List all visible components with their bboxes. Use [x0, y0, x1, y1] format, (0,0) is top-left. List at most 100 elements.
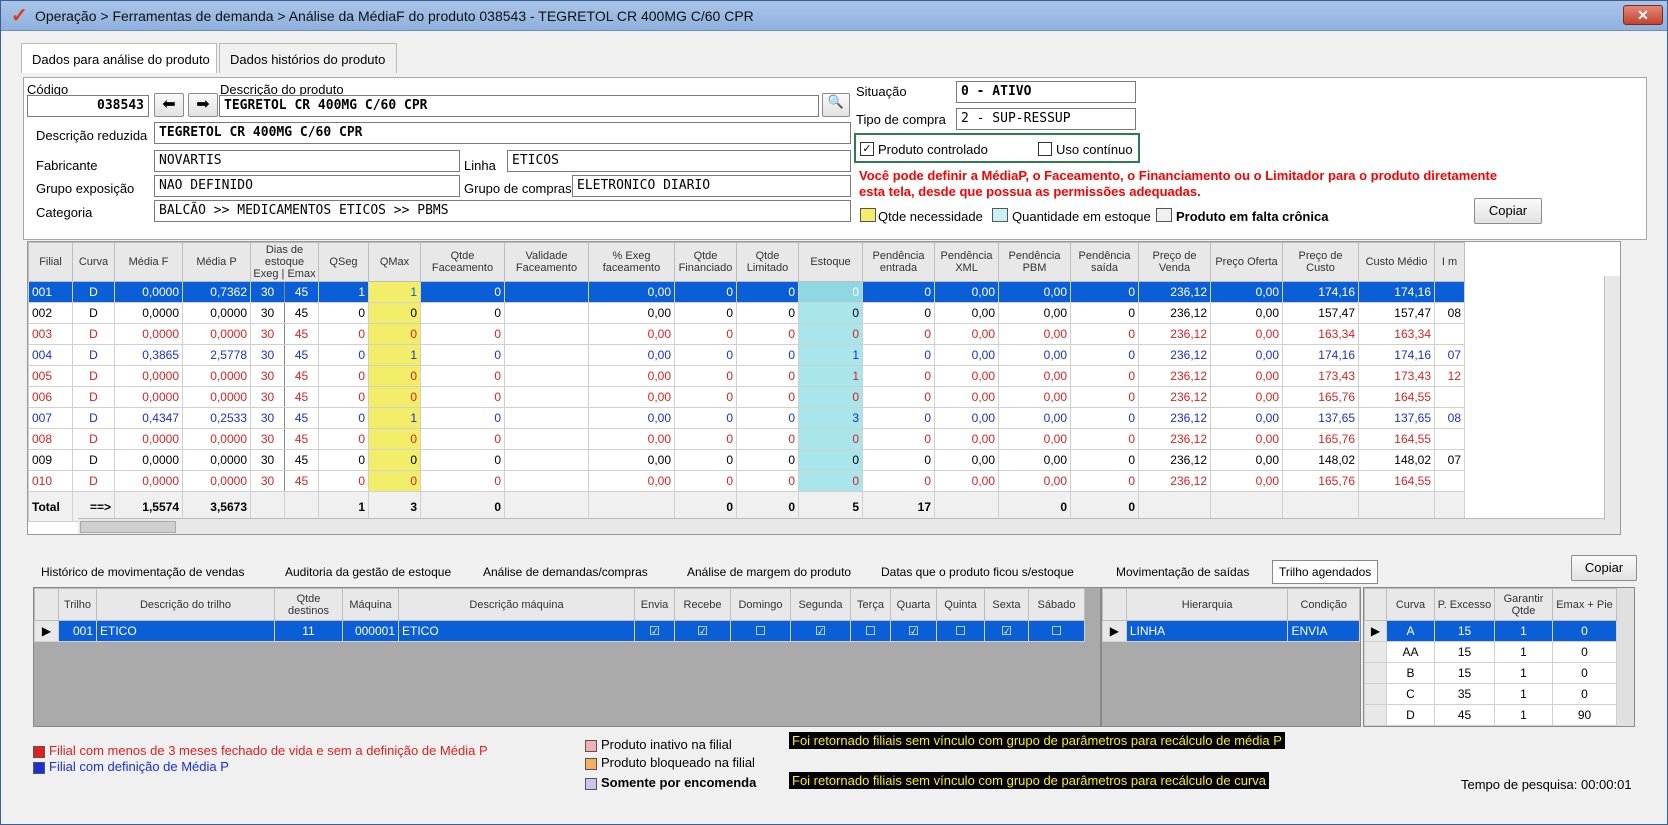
grupo-compras-field[interactable]: ELETRONICO DIARIO — [572, 175, 851, 197]
cell-mp[interactable]: 0,0000 — [182, 302, 251, 324]
cell-qface[interactable]: 0 — [420, 365, 505, 387]
cell-qlim[interactable]: 0 — [736, 344, 799, 366]
col-sabado[interactable]: Sábado — [1028, 588, 1085, 621]
col-curva[interactable]: Curva — [72, 242, 115, 282]
cell-curva-g[interactable]: 1 — [1494, 662, 1553, 684]
cell-qlim[interactable]: 0 — [736, 407, 799, 429]
cell-qfin[interactable]: 0 — [674, 302, 737, 324]
col-preco-oferta[interactable]: Preço Oferta — [1210, 242, 1283, 282]
cell-qface[interactable]: 0 — [420, 323, 505, 345]
cell-curva-p[interactable]: 15 — [1434, 662, 1495, 684]
cell-qfin[interactable]: 0 — [674, 407, 737, 429]
col-domingo[interactable]: Domingo — [730, 588, 791, 621]
cell-mp[interactable]: 0,0000 — [182, 449, 251, 471]
col-qmax[interactable]: QMax — [368, 242, 421, 282]
cell-qface[interactable]: 0 — [420, 470, 505, 492]
tab-historico-vendas[interactable]: Histórico de movimentação de vendas — [41, 565, 244, 579]
produto-controlado-checkbox[interactable]: ✓ — [860, 142, 874, 156]
col-qtde-destinos[interactable]: Qtde destinos — [274, 588, 343, 621]
cell-mp[interactable]: 0,7362 — [182, 281, 251, 303]
tab-dados-historicos[interactable]: Dados histórios do produto — [219, 43, 397, 73]
col-dias-estoque[interactable]: Dias de estoque Exeg | Emax — [250, 242, 319, 282]
tab-dados-analise[interactable]: Dados para análise do produto — [21, 43, 217, 73]
col-exeg-faceamento[interactable]: % Exeg faceamento — [588, 242, 675, 282]
quarta-checkbox[interactable]: ☑ — [890, 620, 937, 642]
col-desc-trilho[interactable]: Descrição do trilho — [96, 588, 275, 621]
grid-row[interactable]: 005 D 0,0000 0,0000 30 45 0 0 0 0,00 0 0 1 0 0,00 0,00 0… — [28, 365, 1465, 387]
curva-row[interactable]: D 45 1 90 — [1364, 704, 1617, 726]
cell-curva-g[interactable]: 1 — [1494, 620, 1553, 642]
next-product-button[interactable]: ➡ — [188, 93, 218, 117]
cell-qfin[interactable]: 0 — [674, 344, 737, 366]
grid-row[interactable]: 003 D 0,0000 0,0000 30 45 0 0 0 0,00 0 0 0 0 0,00 0,00 0… — [28, 323, 1465, 345]
descricao-field[interactable]: TEGRETOL CR 400MG C/60 CPR — [219, 95, 819, 117]
prev-product-button[interactable]: ⬅ — [154, 93, 184, 117]
col-estoque[interactable]: Estoque — [798, 242, 863, 282]
cell-qface[interactable]: 0 — [420, 407, 505, 429]
tab-movimentacao-saidas[interactable]: Movimentação de saídas — [1116, 565, 1249, 579]
close-button[interactable]: ✕ — [1623, 5, 1663, 25]
cell-qlim[interactable]: 0 — [736, 386, 799, 408]
cell-qface[interactable]: 0 — [420, 344, 505, 366]
col-preco-custo[interactable]: Preço de Custo — [1282, 242, 1359, 282]
col-desc-maquina[interactable]: Descrição máquina — [398, 588, 635, 621]
col-segunda[interactable]: Segunda — [790, 588, 851, 621]
cell-curva-p[interactable]: 15 — [1434, 641, 1495, 663]
cell-curva-e[interactable]: 90 — [1552, 704, 1617, 726]
col-qtde-financiado[interactable]: Qtde Financiado — [674, 242, 737, 282]
col-terca[interactable]: Terça — [850, 588, 891, 621]
col-pend-xml[interactable]: Pendência XML — [934, 242, 999, 282]
col-quarta[interactable]: Quarta — [890, 588, 937, 621]
col-custo-medio[interactable]: Custo Médio — [1358, 242, 1435, 282]
col-im[interactable]: I m — [1434, 242, 1465, 282]
grid-row[interactable]: 009 D 0,0000 0,0000 30 45 0 0 0 0,00 0 0 0 0 0,00 0,00 0… — [28, 449, 1465, 471]
cell-curva-e[interactable]: 0 — [1552, 620, 1617, 642]
cell-qfin[interactable]: 0 — [674, 323, 737, 345]
cell-mp[interactable]: 0,0000 — [182, 386, 251, 408]
grupo-exposicao-field[interactable]: NAO DEFINIDO — [154, 175, 460, 197]
col-envia[interactable]: Envia — [634, 588, 675, 621]
quinta-checkbox[interactable]: ☐ — [936, 620, 985, 642]
cell-qfin[interactable]: 0 — [674, 470, 737, 492]
cell-qface[interactable]: 0 — [420, 449, 505, 471]
bottom-copiar-button[interactable]: Copiar — [1571, 555, 1637, 581]
cell-mp[interactable]: 0,0000 — [182, 323, 251, 345]
col-media-f[interactable]: Média F — [114, 242, 183, 282]
sabado-checkbox[interactable]: ☐ — [1028, 620, 1085, 642]
col-garantir-qtde[interactable]: Garantir Qtde — [1494, 588, 1553, 621]
col-maquina[interactable]: Máquina — [342, 588, 399, 621]
copiar-button[interactable]: Copiar — [1474, 198, 1542, 224]
grid-row[interactable]: 004 D 0,3865 2,5778 30 45 0 1 0 0,00 0 0 1 0 0,00 0,00 0… — [28, 344, 1465, 366]
cell-qfin[interactable]: 0 — [674, 428, 737, 450]
col-quinta[interactable]: Quinta — [936, 588, 985, 621]
segunda-checkbox[interactable]: ☑ — [790, 620, 851, 642]
cell-qface[interactable]: 0 — [420, 281, 505, 303]
col-qtde-faceamento[interactable]: Qtde Faceamento — [420, 242, 505, 282]
tab-auditoria-estoque[interactable]: Auditoria da gestão de estoque — [285, 565, 451, 579]
grid-row[interactable]: 006 D 0,0000 0,0000 30 45 0 0 0 0,00 0 0 0 0 0,00 0,00 0… — [28, 386, 1465, 408]
col-preco-venda[interactable]: Preço de Venda — [1138, 242, 1211, 282]
tab-datas-sem-estoque[interactable]: Datas que o produto ficou s/estoque — [881, 565, 1074, 579]
curva-row[interactable]: ▶ A 15 1 0 — [1364, 620, 1617, 642]
cell-mp[interactable]: 0,0000 — [182, 365, 251, 387]
col-pend-pbm[interactable]: Pendência PBM — [998, 242, 1071, 282]
cell-curva-p[interactable]: 45 — [1434, 704, 1495, 726]
cell-mp[interactable]: 0,2533 — [182, 407, 251, 429]
cell-curva-e[interactable]: 0 — [1552, 683, 1617, 705]
terca-checkbox[interactable]: ☐ — [850, 620, 891, 642]
col-emax-pie[interactable]: Emax + Pie — [1552, 588, 1617, 621]
col-validade-faceamento[interactable]: Validade Faceamento — [504, 242, 589, 282]
col-pend-entrada[interactable]: Pendência entrada — [862, 242, 935, 282]
hscroll-thumb[interactable] — [80, 521, 176, 533]
col-trilho[interactable]: Trilho — [58, 588, 97, 621]
search-product-button[interactable]: 🔍 — [822, 93, 850, 117]
cell-qfin[interactable]: 0 — [674, 449, 737, 471]
categoria-field[interactable]: BALCÃO >> MEDICAMENTOS ETICOS >> PBMS — [154, 200, 851, 222]
cell-qlim[interactable]: 0 — [736, 281, 799, 303]
col-pend-saida[interactable]: Pendência saída — [1070, 242, 1139, 282]
col-sexta[interactable]: Sexta — [984, 588, 1029, 621]
tab-analise-margem[interactable]: Análise de margem do produto — [687, 565, 851, 579]
cell-qlim[interactable]: 0 — [736, 449, 799, 471]
cell-qface[interactable]: 0 — [420, 386, 505, 408]
desc-reduzida-field[interactable]: TEGRETOL CR 400MG C/60 CPR — [154, 122, 851, 144]
